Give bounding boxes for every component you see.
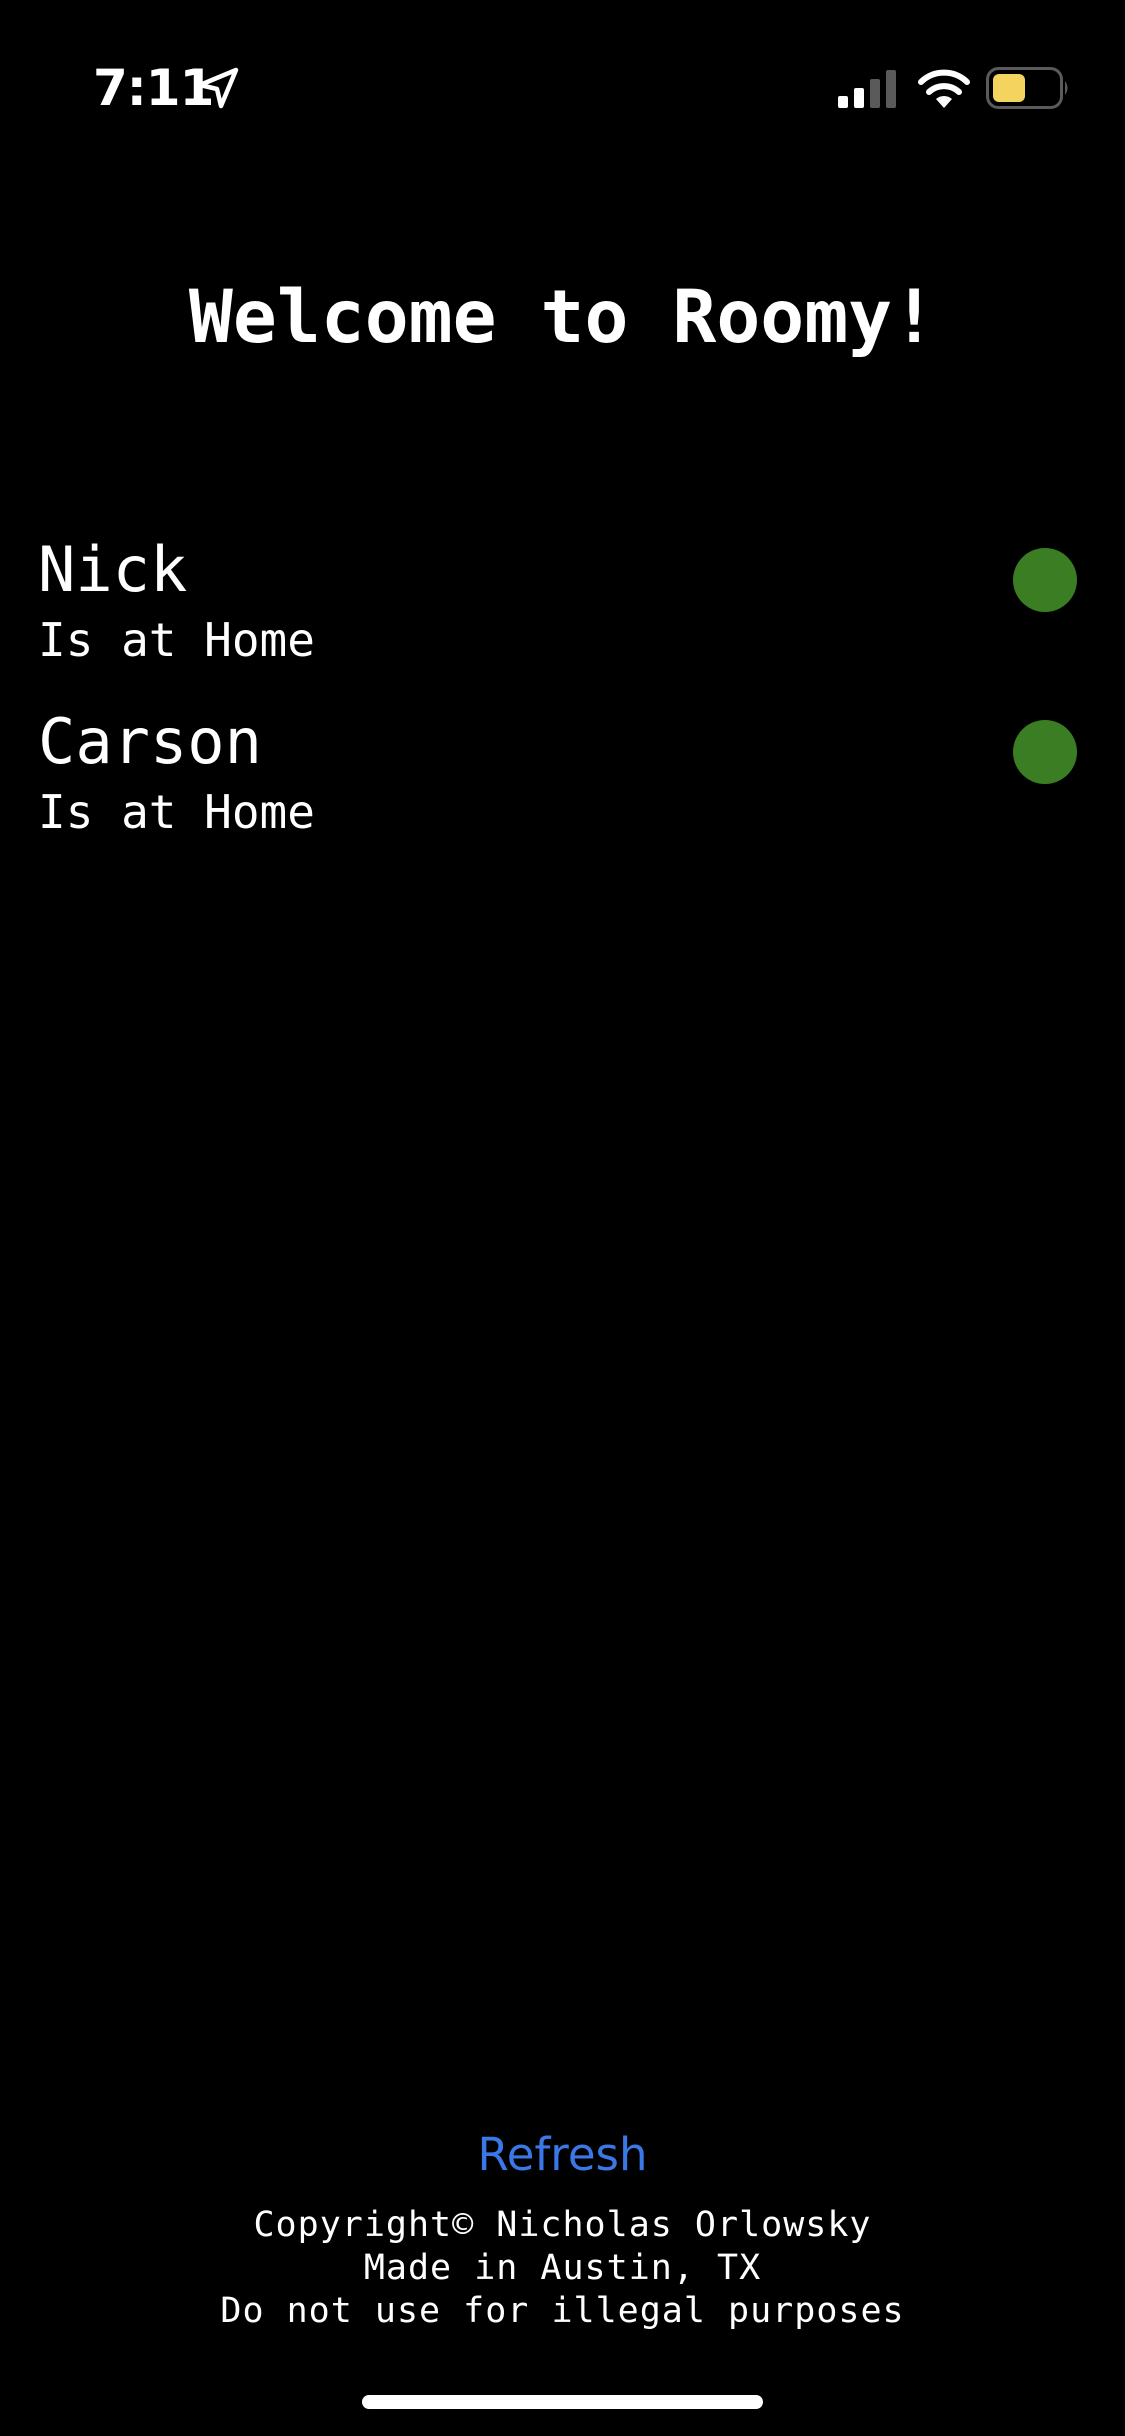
roommate-status: Is at Home	[38, 613, 315, 667]
roommate-status: Is at Home	[38, 785, 315, 839]
roommate-item-nick: Nick Is at Home	[38, 530, 1087, 680]
roommate-name: Nick	[38, 533, 188, 606]
presence-indicator-icon	[1013, 720, 1077, 784]
location-arrow-icon	[197, 67, 239, 109]
page-title: Welcome to Roomy!	[188, 275, 937, 360]
made-in-text: Made in Austin, TX	[363, 2248, 762, 2288]
roommate-item-carson: Carson Is at Home	[38, 702, 1087, 852]
presence-indicator-icon	[1013, 548, 1077, 612]
cellular-signal-icon	[838, 70, 896, 108]
footer: Copyright© Nicholas Orlowsky Made in Aus…	[0, 2204, 1125, 2333]
wifi-icon	[918, 69, 970, 108]
status-bar: 7:11	[0, 0, 1125, 150]
home-indicator[interactable]	[362, 2395, 763, 2409]
disclaimer-text: Do not use for illegal purposes	[220, 2291, 905, 2331]
roommate-name: Carson	[38, 705, 262, 778]
battery-icon	[986, 67, 1068, 109]
refresh-button[interactable]: Refresh	[0, 2120, 1125, 2190]
copyright-text: Copyright© Nicholas Orlowsky	[253, 2205, 872, 2245]
